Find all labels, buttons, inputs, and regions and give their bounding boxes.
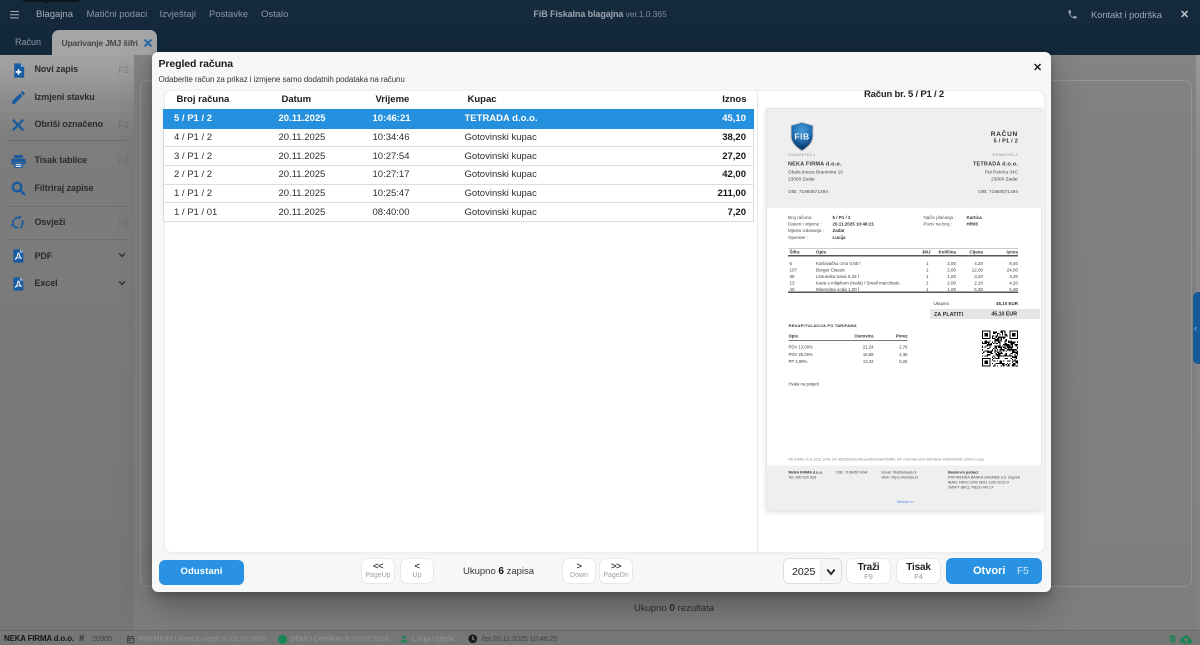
svg-text:FIB: FIB xyxy=(794,132,809,142)
